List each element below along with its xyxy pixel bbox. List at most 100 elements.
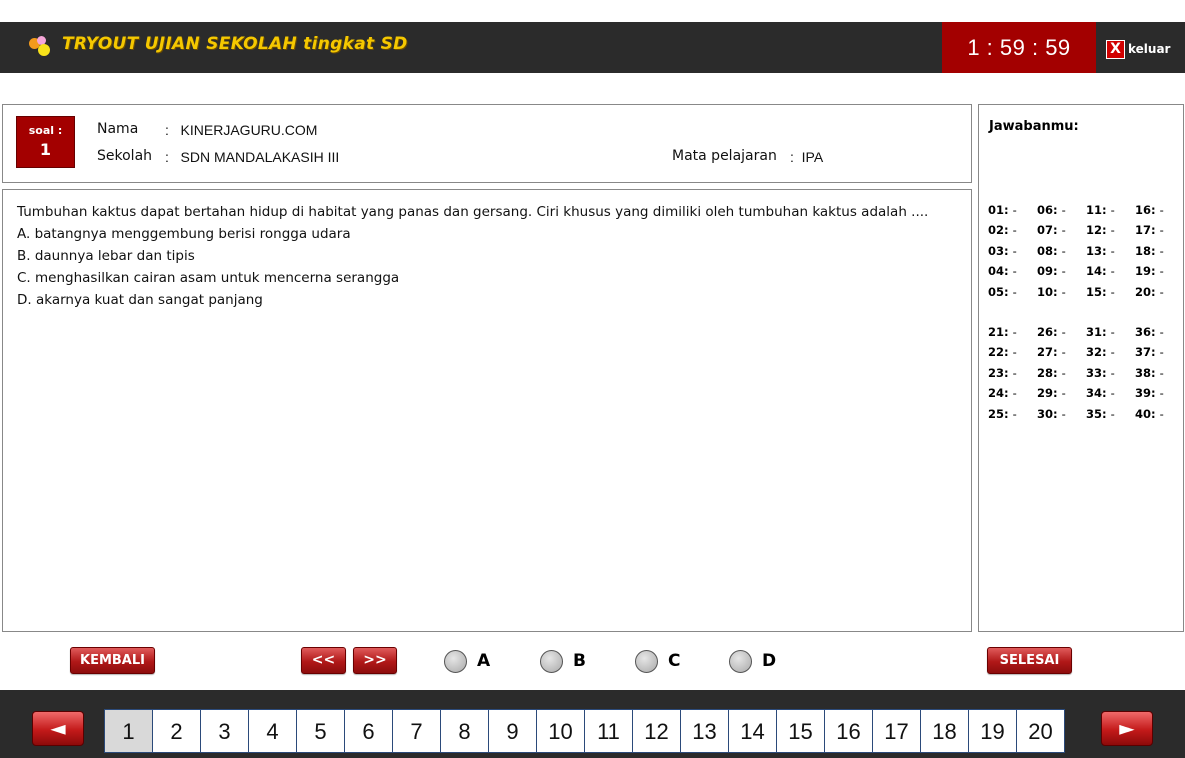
choice-b[interactable]: B — [540, 649, 586, 673]
answer-number: 14: — [1086, 264, 1107, 279]
exit-button[interactable]: X keluar — [1106, 39, 1170, 59]
page-button-1[interactable]: 1 — [104, 709, 153, 753]
answer-number: 16: — [1135, 203, 1156, 217]
page-button-2[interactable]: 2 — [152, 709, 201, 753]
app-title: TRYOUT UJIAN SEKOLAH tingkat SD — [62, 34, 408, 54]
answer-value: - — [1110, 325, 1115, 339]
answer-value: - — [1159, 386, 1164, 401]
answer-value: - — [1012, 264, 1017, 279]
answer-cell: 29: - — [1037, 383, 1086, 403]
finish-button[interactable]: SELESAI — [987, 647, 1072, 674]
pagination-bar: ◄ 1 2 3 4 5 6 7 8 9 10 11 12 13 14 15 16 17 18 19 20 ► — [0, 690, 1185, 758]
answer-cell: 27: - — [1037, 342, 1086, 362]
answer-cell: 25: - — [988, 404, 1037, 424]
answer-value: - — [1110, 406, 1115, 421]
page-button-19[interactable]: 19 — [968, 709, 1017, 753]
radio-icon[interactable] — [540, 649, 563, 673]
answer-cell: 08: - — [1037, 241, 1086, 261]
top-bar: TRYOUT UJIAN SEKOLAH tingkat SD 1 : 59 :… — [0, 22, 1185, 73]
answer-value: - — [1110, 345, 1115, 360]
answer-value: - — [1012, 325, 1017, 339]
back-button[interactable]: KEMBALI — [70, 647, 155, 674]
answer-value: - — [1159, 365, 1164, 380]
page-button-8[interactable]: 8 — [440, 709, 489, 753]
answer-value: - — [1159, 345, 1164, 360]
answer-number: 05: — [988, 284, 1009, 299]
answer-value: - — [1159, 203, 1164, 217]
answer-cell: 02: - — [988, 220, 1037, 240]
answer-number: 19: — [1135, 264, 1156, 279]
page-button-15[interactable]: 15 — [776, 709, 825, 753]
next-page-arrow-icon[interactable]: ► — [1101, 711, 1153, 746]
choice-d-label: D — [762, 651, 777, 671]
page-button-12[interactable]: 12 — [632, 709, 681, 753]
answers-block-1: 01: -06: -11: -16: -02: -07: -12: -17: -03: -08: -… — [988, 200, 1184, 302]
answer-number: 40: — [1135, 406, 1156, 421]
answer-cell: 12: - — [1086, 220, 1135, 240]
page-button-5[interactable]: 5 — [296, 709, 345, 753]
page-button-20[interactable]: 20 — [1016, 709, 1065, 753]
question-text: Tumbuhan kaktus dapat bertahan hidup di … — [17, 204, 929, 220]
prev-page-arrow-icon[interactable]: ◄ — [32, 711, 84, 746]
answer-number: 38: — [1135, 365, 1156, 380]
page-button-6[interactable]: 6 — [344, 709, 393, 753]
question-number-badge: soal : 1 — [16, 116, 75, 168]
answer-value: - — [1110, 223, 1115, 238]
answer-value: - — [1061, 345, 1066, 360]
answer-number: 01: — [988, 203, 1009, 217]
choice-a[interactable]: A — [444, 649, 490, 673]
answer-value: - — [1012, 284, 1017, 299]
answer-number: 04: — [988, 264, 1009, 279]
answer-value: - — [1159, 223, 1164, 238]
answer-cell: 14: - — [1086, 261, 1135, 281]
radio-icon[interactable] — [635, 649, 658, 673]
page-button-14[interactable]: 14 — [728, 709, 777, 753]
answer-number: 39: — [1135, 386, 1156, 401]
page-button-10[interactable]: 10 — [536, 709, 585, 753]
nama-label: Nama — [97, 121, 139, 137]
page-button-11[interactable]: 11 — [584, 709, 633, 753]
answer-cell: 09: - — [1037, 261, 1086, 281]
answer-value: - — [1159, 264, 1164, 279]
radio-icon[interactable] — [729, 649, 752, 673]
answer-value: - — [1061, 243, 1066, 258]
answer-number: 33: — [1086, 365, 1107, 380]
answers-title: Jawabanmu: — [989, 119, 1079, 134]
answer-number: 03: — [988, 243, 1009, 258]
choice-d[interactable]: D — [729, 649, 776, 673]
option-b-text: B. daunnya lebar dan tipis — [17, 248, 195, 264]
prev-question-button[interactable]: << — [301, 647, 346, 674]
answer-number: 34: — [1086, 386, 1107, 401]
answer-number: 37: — [1135, 345, 1156, 360]
answer-value: - — [1012, 243, 1017, 258]
answer-cell: 11: - — [1086, 200, 1135, 220]
next-question-button[interactable]: >> — [353, 647, 397, 674]
answer-cell: 10: - — [1037, 282, 1086, 302]
page-button-4[interactable]: 4 — [248, 709, 297, 753]
answer-cell: 30: - — [1037, 404, 1086, 424]
answer-number: 11: — [1086, 203, 1107, 217]
page-button-17[interactable]: 17 — [872, 709, 921, 753]
answer-value: - — [1110, 386, 1115, 401]
page-button-13[interactable]: 13 — [680, 709, 729, 753]
radio-icon[interactable] — [444, 649, 467, 673]
answer-value: - — [1061, 284, 1066, 299]
choice-b-label: B — [573, 651, 586, 671]
page-button-9[interactable]: 9 — [488, 709, 537, 753]
answer-cell: 05: - — [988, 282, 1037, 302]
answer-value: - — [1012, 386, 1017, 401]
option-a-text: A. batangnya menggembung berisi rongga u… — [17, 226, 351, 242]
page-button-7[interactable]: 7 — [392, 709, 441, 753]
answer-number: 08: — [1037, 243, 1058, 258]
answer-value: - — [1012, 203, 1017, 217]
answer-number: 02: — [988, 223, 1009, 238]
answer-number: 13: — [1086, 243, 1107, 258]
answer-value: - — [1061, 386, 1066, 401]
choice-a-label: A — [477, 651, 491, 671]
page-button-16[interactable]: 16 — [824, 709, 873, 753]
page-button-18[interactable]: 18 — [920, 709, 969, 753]
page-button-3[interactable]: 3 — [200, 709, 249, 753]
answer-value: - — [1012, 345, 1017, 360]
answer-cell: 33: - — [1086, 363, 1135, 383]
choice-c[interactable]: C — [635, 649, 680, 673]
